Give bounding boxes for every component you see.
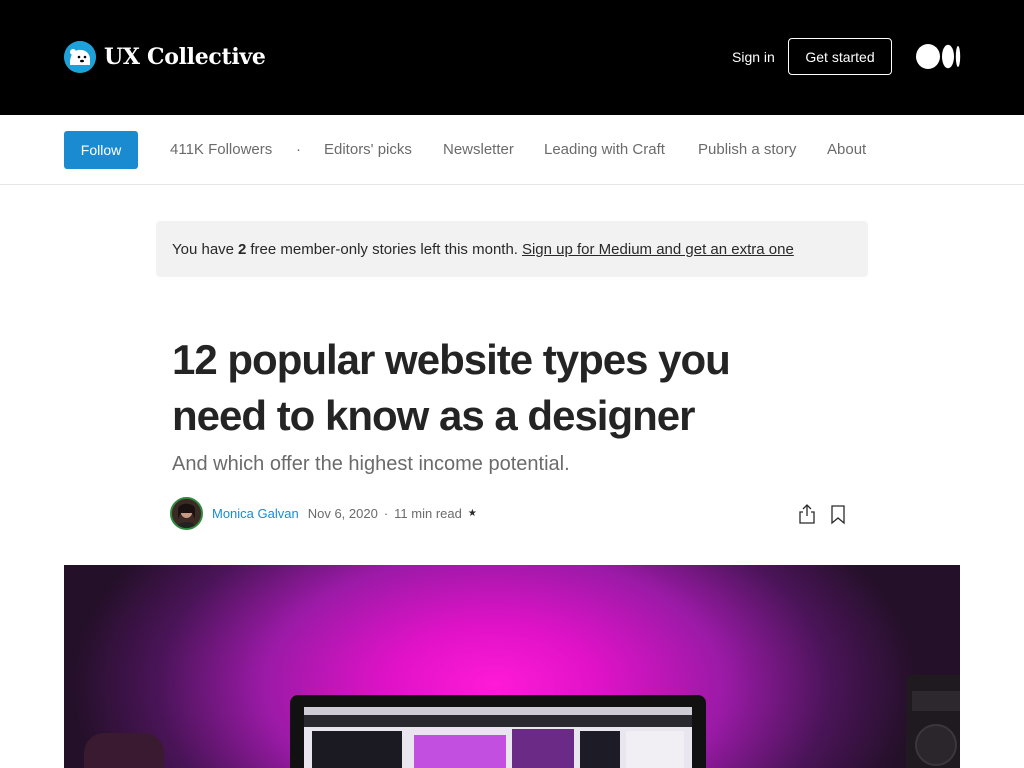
member-only-star-icon: ★: [467, 507, 477, 519]
author-avatar[interactable]: [170, 496, 203, 530]
member-stories-banner: You have 2 free member-only stories left…: [156, 221, 868, 277]
bookmark-icon[interactable]: [829, 504, 847, 526]
nav-item-about[interactable]: About: [827, 141, 866, 159]
followers-count[interactable]: 411K Followers: [170, 141, 272, 159]
read-time: 11 min read: [394, 505, 462, 521]
author-name[interactable]: Monica Galvan: [212, 506, 299, 521]
banner-prefix: You have: [172, 240, 235, 258]
publication-nav: Follow 411K Followers · Editors' picks N…: [0, 115, 1024, 185]
sign-in-link[interactable]: Sign in: [732, 48, 775, 66]
article-hero-image: [64, 565, 960, 768]
nav-separator: ·: [296, 141, 301, 158]
nav-item-editors-picks[interactable]: Editors' picks: [324, 141, 412, 159]
article-title: 12 popular website types you need to kno…: [172, 336, 731, 439]
sign-up-link[interactable]: Sign up for Medium and get an extra one: [522, 241, 794, 258]
hero-camera-shape: [84, 733, 164, 768]
share-icon[interactable]: [797, 503, 817, 525]
hero-laptop-screen: [304, 707, 692, 768]
byline-separator: ·: [383, 505, 389, 521]
polar-bear-logo-icon: [64, 40, 96, 73]
publish-date: Nov 6, 2020: [307, 505, 378, 521]
nav-item-publish-a-story[interactable]: Publish a story: [698, 141, 796, 159]
article-byline: Monica Galvan Nov 6, 2020 · 11 min read …: [170, 496, 477, 530]
follow-button[interactable]: Follow: [64, 131, 138, 169]
medium-logo-icon[interactable]: [916, 44, 962, 69]
publication-name: UX Collective: [104, 43, 266, 70]
top-header: UX Collective Sign in Get started: [0, 0, 1024, 115]
banner-count: 2: [238, 240, 247, 258]
banner-suffix: free member-only stories left this month…: [250, 240, 518, 258]
article-subtitle: And which offer the highest income poten…: [172, 453, 570, 475]
hero-speaker-shape: [906, 675, 960, 768]
publication-logo[interactable]: UX Collective: [64, 40, 266, 73]
nav-item-newsletter[interactable]: Newsletter: [443, 141, 514, 159]
get-started-button[interactable]: Get started: [788, 38, 892, 75]
nav-item-leading-with-craft[interactable]: Leading with Craft: [544, 141, 665, 159]
